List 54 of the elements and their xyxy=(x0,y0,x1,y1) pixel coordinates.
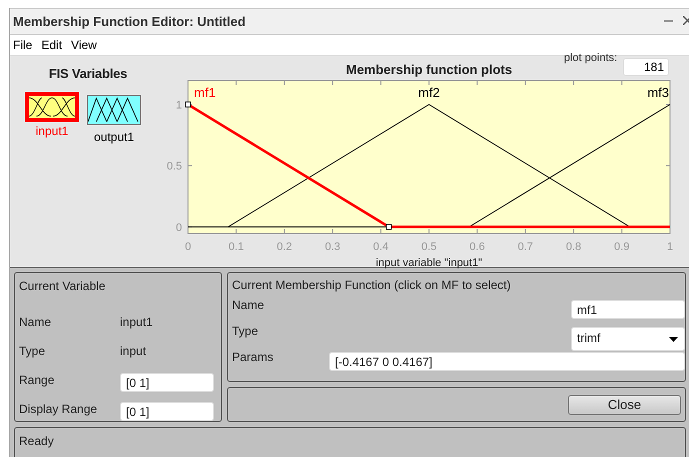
variable-icon[interactable] xyxy=(87,95,141,125)
x-tick-label: 1 xyxy=(666,241,674,253)
field-label: Type xyxy=(232,324,258,338)
x-tick-label: 0.9 xyxy=(614,241,630,253)
y-tick-label: 0.5 xyxy=(166,160,182,173)
close-button[interactable]: Close xyxy=(568,394,681,414)
x-tick-label: 0.7 xyxy=(518,241,534,253)
field-value: input1 xyxy=(120,314,154,328)
y-tick-label: 1 xyxy=(176,99,182,112)
vertex-handle[interactable] xyxy=(185,102,191,108)
menu-item[interactable]: Edit xyxy=(41,38,62,52)
mf-label: mf3 xyxy=(647,85,669,100)
panel-title: Current Variable xyxy=(19,279,106,293)
x-axis-label: input variable "input1" xyxy=(376,257,482,269)
caret-icon xyxy=(669,336,678,342)
mf-label: mf1 xyxy=(194,85,216,100)
section-title: FIS Variables xyxy=(48,66,128,81)
x-tick-label: 0.2 xyxy=(276,241,292,253)
name-field[interactable]: mf1 xyxy=(571,300,685,319)
x-tick-label: 0.8 xyxy=(566,241,582,253)
x-tick-label: 0.6 xyxy=(470,241,485,253)
x-tick-label: 0.4 xyxy=(373,241,388,253)
variable-label: output1 xyxy=(94,130,134,144)
field-label: Params xyxy=(232,350,274,364)
field-label: Name xyxy=(19,314,52,328)
field-label: Range xyxy=(19,372,56,386)
input-field[interactable]: [0 1] xyxy=(120,402,214,421)
panel-title: Current Membership Function (click on MF to select) xyxy=(232,278,512,292)
field-label: Display Range xyxy=(19,402,98,416)
membership-line[interactable] xyxy=(228,104,630,228)
x-tick-label: 0.1 xyxy=(228,241,244,253)
x-tick-label: 0 xyxy=(184,241,192,253)
field-label: Type xyxy=(19,344,46,358)
plot-points-field[interactable]: 181 xyxy=(623,58,669,76)
membership-line[interactable] xyxy=(468,104,670,228)
field-label: Name xyxy=(232,298,264,312)
menu-item[interactable]: View xyxy=(71,38,97,52)
y-tick-label: 0 xyxy=(176,222,182,234)
input-field[interactable]: [0 1] xyxy=(120,373,214,392)
variable-label: input1 xyxy=(36,124,68,138)
status-bar: Ready xyxy=(14,427,686,457)
mf-label: mf2 xyxy=(418,85,440,100)
variable-icon[interactable] xyxy=(25,92,79,122)
vertex-handle[interactable] xyxy=(386,224,392,230)
field-value: input xyxy=(120,344,148,358)
window-title: Membership Function Editor: Untitled xyxy=(13,14,246,29)
type-dropdown[interactable]: trimf xyxy=(571,327,685,351)
plot-area[interactable] xyxy=(188,80,670,234)
x-tick-label: 0.3 xyxy=(324,241,340,253)
params-field[interactable]: [-0.4167 0 0.4167] xyxy=(329,352,685,371)
menu-item[interactable]: File xyxy=(13,38,32,52)
plot-title: Membership function plots xyxy=(346,62,512,77)
x-tick-label: 0.5 xyxy=(421,241,437,253)
plot-points-label: plot points: xyxy=(564,52,618,64)
